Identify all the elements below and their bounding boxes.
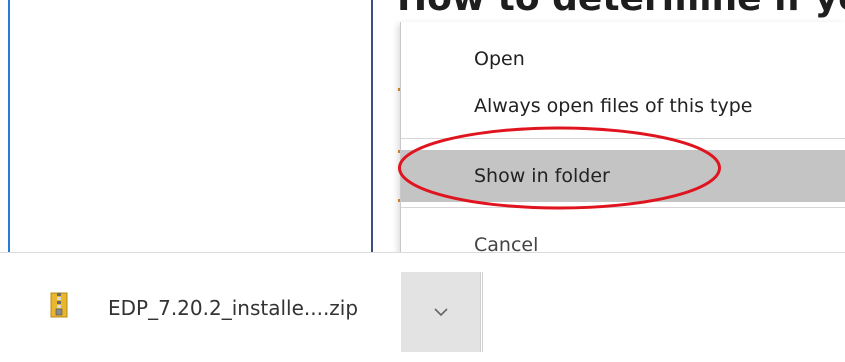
menu-item-label: Open [474,48,525,70]
download-menu-button[interactable] [401,272,481,352]
menu-item-label: Always open files of this type [474,95,753,117]
menu-item-always-open[interactable]: Always open files of this type [401,80,845,132]
page-column-divider [371,0,373,252]
download-file-name[interactable]: EDP_7.20.2_installe....zip [108,296,358,320]
chevron-down-icon [433,308,448,317]
page-heading-fragment: How to determine if you are [397,0,845,19]
menu-separator [401,207,845,208]
menu-item-show-in-folder[interactable]: Show in folder [401,150,845,202]
browser-left-edge [8,0,10,252]
shelf-divider [482,272,483,352]
menu-item-open[interactable]: Open [401,33,845,85]
screenshot-stage: How to determine if you are Open Always … [0,0,845,362]
zip-archive-icon [50,292,68,318]
menu-separator [401,138,845,139]
download-context-menu: Open Always open files of this type Show… [400,22,845,275]
menu-item-label: Show in folder [474,165,610,187]
